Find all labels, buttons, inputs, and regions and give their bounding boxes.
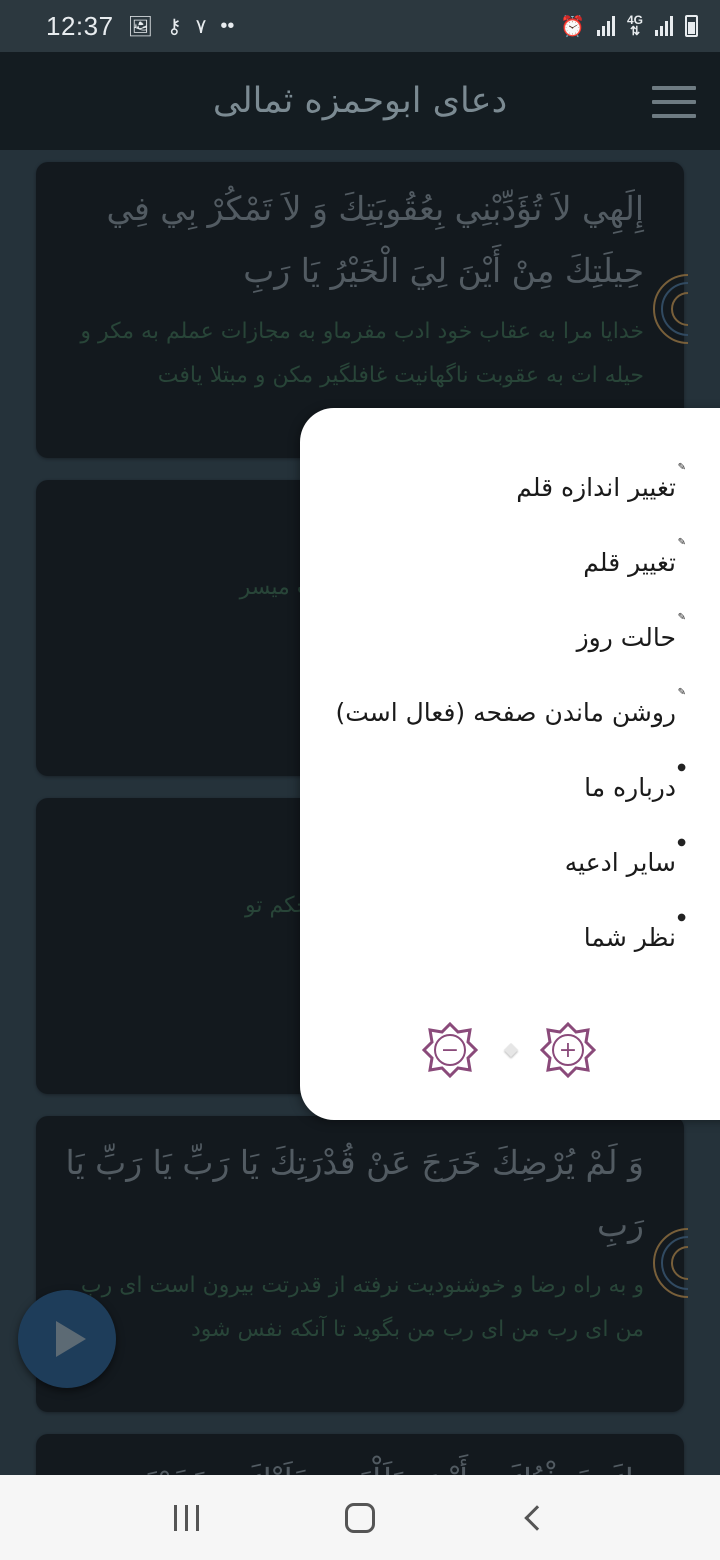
status-bar: 12:37 🖼 ⚷ ٧ •• ⏰ 4G ⇅ xyxy=(0,0,720,52)
zoom-in-icon: + xyxy=(540,1022,596,1078)
person-icon: ● xyxy=(677,762,686,773)
page-title: دعای ابوحمزه ثمالی xyxy=(212,81,508,121)
menu-item-about[interactable]: ● درباره ما xyxy=(584,762,686,812)
person-icon: ● xyxy=(677,837,686,848)
menu-item-label: سایر ادعیه xyxy=(564,847,676,877)
home-icon xyxy=(344,1502,375,1533)
system-icons: ⏰ 4G ⇅ xyxy=(560,14,698,39)
menu-item-label: روشن ماندن صفحه (فعال است) xyxy=(335,697,676,727)
status-time: 12:37 xyxy=(46,10,114,41)
options-menu: ✎ تغییر اندازه قلم ✎ تغییر قلم ✎ حالت رو… xyxy=(300,408,720,1120)
pen-icon: ✎ xyxy=(677,537,686,548)
network-type: 4G ⇅ xyxy=(626,13,643,38)
more-dots-icon: •• xyxy=(220,14,235,37)
pen-icon: ✎ xyxy=(677,687,686,698)
play-icon xyxy=(56,1321,86,1357)
menu-item-label: حالت روز xyxy=(576,622,676,652)
menu-item-font-size[interactable]: ✎ تغییر اندازه قلم xyxy=(516,462,686,512)
person-icon: ● xyxy=(677,912,686,923)
notification-count: ٧ xyxy=(195,15,207,38)
app-screen: 12:37 🖼 ⚷ ٧ •• ⏰ 4G ⇅ دعای ابوحمزه ثمالی xyxy=(0,0,720,1560)
svg-text:−: − xyxy=(441,1038,459,1063)
hamburger-icon[interactable] xyxy=(652,86,696,118)
app-bar: دعای ابوحمزه ثمالی xyxy=(0,52,720,150)
recents-button[interactable] xyxy=(157,1488,217,1548)
menu-item-day-mode[interactable]: ✎ حالت روز xyxy=(576,612,686,662)
divider-dot xyxy=(503,1042,519,1058)
zoom-in-button[interactable]: + xyxy=(540,1022,596,1078)
notification-icons: 🖼 ⚷ ٧ •• xyxy=(128,14,235,39)
back-button[interactable] xyxy=(503,1488,563,1548)
menu-item-label: نظر شما xyxy=(583,922,676,952)
zoom-out-icon: − xyxy=(422,1022,478,1078)
back-icon xyxy=(524,1504,551,1531)
menu-item-label: تغییر قلم xyxy=(583,547,676,577)
menu-item-keep-screen-on[interactable]: ✎ روشن ماندن صفحه (فعال است) xyxy=(335,687,686,737)
zoom-out-button[interactable]: − xyxy=(422,1022,478,1078)
battery-icon xyxy=(685,15,698,37)
menu-item-other-prayers[interactable]: ● سایر ادعیه xyxy=(564,837,686,887)
menu-item-feedback[interactable]: ● نظر شما xyxy=(583,912,686,962)
menu-item-label: تغییر اندازه قلم xyxy=(516,472,676,502)
play-button[interactable] xyxy=(18,1290,116,1388)
key-icon: ⚷ xyxy=(166,15,182,38)
signal-icon xyxy=(596,16,615,36)
gallery-icon: 🖼 xyxy=(127,15,153,38)
menu-item-font[interactable]: ✎ تغییر قلم xyxy=(583,537,686,587)
signal-icon-2 xyxy=(655,16,673,36)
pen-icon: ✎ xyxy=(677,612,686,623)
pen-icon: ✎ xyxy=(677,462,686,473)
recents-icon xyxy=(174,1504,200,1531)
system-nav-bar xyxy=(0,1475,720,1560)
menu-item-label: درباره ما xyxy=(584,772,676,802)
alarm-icon: ⏰ xyxy=(560,15,585,38)
svg-text:+: + xyxy=(559,1038,577,1063)
home-button[interactable] xyxy=(330,1488,390,1548)
